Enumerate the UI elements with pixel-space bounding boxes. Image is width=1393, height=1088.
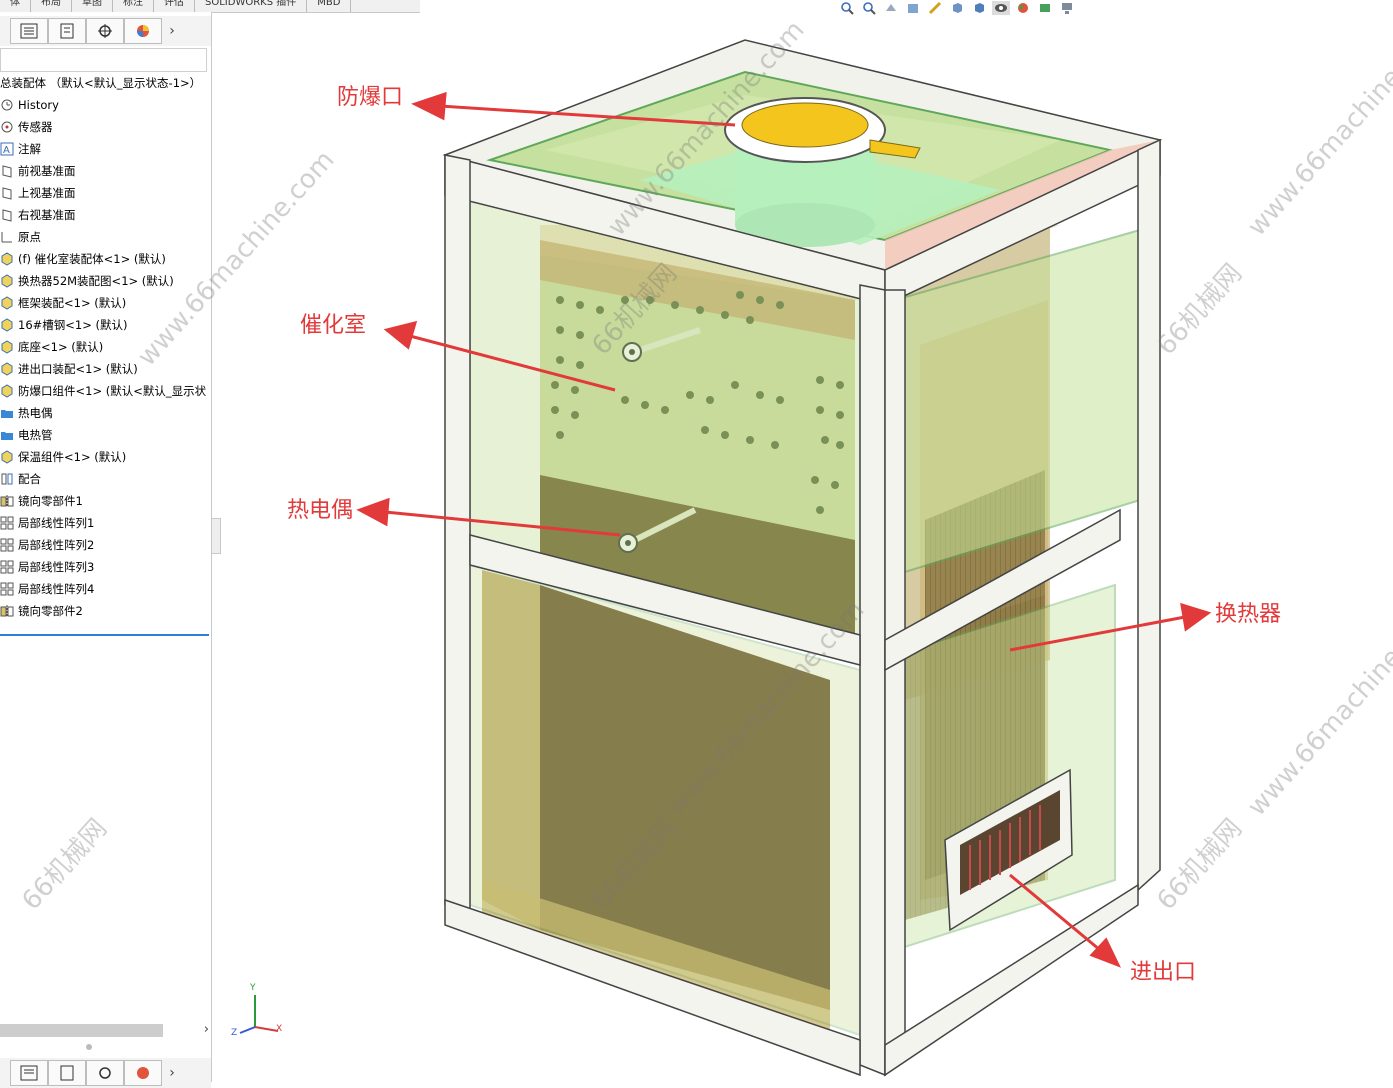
triad-y-label: Y bbox=[250, 983, 256, 993]
tree-item-pattern-3[interactable]: 局部线性阵列3 bbox=[0, 556, 211, 578]
tab-body[interactable]: 体 bbox=[0, 0, 31, 12]
display-manager-tab-icon[interactable] bbox=[124, 1060, 162, 1086]
plane-icon bbox=[0, 186, 14, 200]
plane-icon bbox=[0, 208, 14, 222]
tab-dimension[interactable]: 标注 bbox=[113, 0, 154, 12]
history-icon bbox=[0, 98, 14, 112]
mates-icon bbox=[0, 472, 14, 486]
feature-manager-panel: › 总装配体 （默认<默认_显示状态-1>） History 传感器 A 注解 前… bbox=[0, 12, 212, 1088]
plane-icon bbox=[0, 164, 14, 178]
tree-item-inlet-outlet[interactable]: 进出口装配<1> (默认) bbox=[0, 358, 211, 380]
callout-catalytic-chamber: 催化室 bbox=[300, 313, 367, 338]
pattern-icon bbox=[0, 516, 14, 530]
tree-root-assembly[interactable]: 总装配体 （默认<默认_显示状态-1>） bbox=[0, 72, 211, 94]
svg-text:A: A bbox=[3, 145, 10, 156]
tree-item-mirror-2[interactable]: 镜向零部件2 bbox=[0, 600, 211, 622]
tab-mbd[interactable]: MBD bbox=[307, 0, 352, 12]
tab-addins[interactable]: SOLIDWORKS 插件 bbox=[195, 0, 308, 12]
sensor-icon bbox=[0, 120, 14, 134]
folder-icon bbox=[0, 428, 14, 442]
annotation-icon: A bbox=[0, 142, 14, 156]
reference-triad: Y X Z bbox=[230, 983, 290, 1047]
tree-horizontal-scrollbar[interactable]: › bbox=[0, 1022, 211, 1038]
folder-icon bbox=[0, 406, 14, 420]
part-icon bbox=[0, 318, 14, 332]
tree-item-history[interactable]: History bbox=[0, 94, 211, 116]
graphics-viewport[interactable]: 防爆口 催化室 热电偶 换热器 进出口 www.66machine.com 66… bbox=[16, 12, 1393, 1082]
origin-icon bbox=[0, 230, 14, 244]
assembly-icon bbox=[0, 296, 14, 310]
callout-explosion-vent: 防爆口 bbox=[337, 85, 404, 110]
rollback-bar[interactable] bbox=[0, 634, 209, 636]
feature-manager-tabs-bottom: › bbox=[0, 1058, 211, 1088]
pattern-icon bbox=[0, 538, 14, 552]
feature-tree-tab-icon[interactable] bbox=[10, 1060, 48, 1086]
pattern-icon bbox=[0, 582, 14, 596]
tree-item-origin[interactable]: 原点 bbox=[0, 226, 211, 248]
feature-tree: 总装配体 （默认<默认_显示状态-1>） History 传感器 A 注解 前视基… bbox=[0, 72, 211, 622]
assembly-icon bbox=[0, 340, 14, 354]
tree-item-insulation[interactable]: 保温组件<1> (默认) bbox=[0, 446, 211, 468]
display-manager-tab-icon[interactable] bbox=[124, 18, 162, 44]
scrollbar-thumb[interactable] bbox=[0, 1024, 163, 1037]
mirror-icon bbox=[0, 494, 14, 508]
panel-splitter-handle[interactable] bbox=[86, 1044, 92, 1050]
pattern-icon bbox=[0, 560, 14, 574]
callout-thermocouple: 热电偶 bbox=[287, 498, 354, 523]
tree-item-thermocouple-folder[interactable]: 热电偶 bbox=[0, 402, 211, 424]
tree-filter-input[interactable] bbox=[0, 48, 207, 72]
assembly-icon bbox=[0, 274, 14, 288]
tab-sketch[interactable]: 草图 bbox=[72, 0, 113, 12]
assembly-icon bbox=[0, 252, 14, 266]
model-render bbox=[356, 39, 1212, 1077]
assembly-icon bbox=[0, 450, 14, 464]
property-manager-tab-icon[interactable] bbox=[48, 1060, 86, 1086]
glass-housing bbox=[469, 188, 1141, 1037]
tab-layout[interactable]: 布局 bbox=[31, 0, 72, 12]
tree-item-explosion-vent[interactable]: 防爆口组件<1> (默认<默认_显示状 bbox=[0, 380, 211, 402]
tree-item-pattern-1[interactable]: 局部线性阵列1 bbox=[0, 512, 211, 534]
tree-item-heater-folder[interactable]: 电热管 bbox=[0, 424, 211, 446]
tab-evaluate[interactable]: 评估 bbox=[154, 0, 195, 12]
triad-z-label: Z bbox=[231, 1028, 238, 1038]
tree-item-mates[interactable]: 配合 bbox=[0, 468, 211, 490]
panel-scroll-right-icon[interactable]: › bbox=[162, 1058, 182, 1088]
feature-tree-tab-icon[interactable] bbox=[10, 18, 48, 44]
tree-item-catalytic-assembly[interactable]: (f) 催化室装配体<1> (默认) bbox=[0, 248, 211, 270]
callout-inlet-outlet: 进出口 bbox=[1130, 960, 1197, 985]
configuration-manager-tab-icon[interactable] bbox=[86, 1060, 124, 1086]
tree-item-annotations[interactable]: A 注解 bbox=[0, 138, 211, 160]
tree-item-mirror-1[interactable]: 镜向零部件1 bbox=[0, 490, 211, 512]
tree-item-top-plane[interactable]: 上视基准面 bbox=[0, 182, 211, 204]
mirror-icon bbox=[0, 604, 14, 618]
panel-scroll-right-icon[interactable]: › bbox=[162, 16, 182, 46]
callout-heat-exchanger: 换热器 bbox=[1215, 602, 1282, 627]
property-manager-tab-icon[interactable] bbox=[48, 18, 86, 44]
tree-item-heat-exchanger[interactable]: 换热器52M装配图<1> (默认) bbox=[0, 270, 211, 292]
assembly-icon bbox=[0, 362, 14, 376]
feature-manager-tabs-top: › bbox=[0, 16, 211, 46]
tree-item-right-plane[interactable]: 右视基准面 bbox=[0, 204, 211, 226]
tree-item-front-plane[interactable]: 前视基准面 bbox=[0, 160, 211, 182]
tree-item-sensors[interactable]: 传感器 bbox=[0, 116, 211, 138]
scroll-right-icon[interactable]: › bbox=[204, 1022, 209, 1037]
tree-item-pattern-4[interactable]: 局部线性阵列4 bbox=[0, 578, 211, 600]
tree-item-pattern-2[interactable]: 局部线性阵列2 bbox=[0, 534, 211, 556]
triad-x-label: X bbox=[276, 1024, 283, 1034]
configuration-manager-tab-icon[interactable] bbox=[86, 18, 124, 44]
assembly-icon bbox=[0, 384, 14, 398]
